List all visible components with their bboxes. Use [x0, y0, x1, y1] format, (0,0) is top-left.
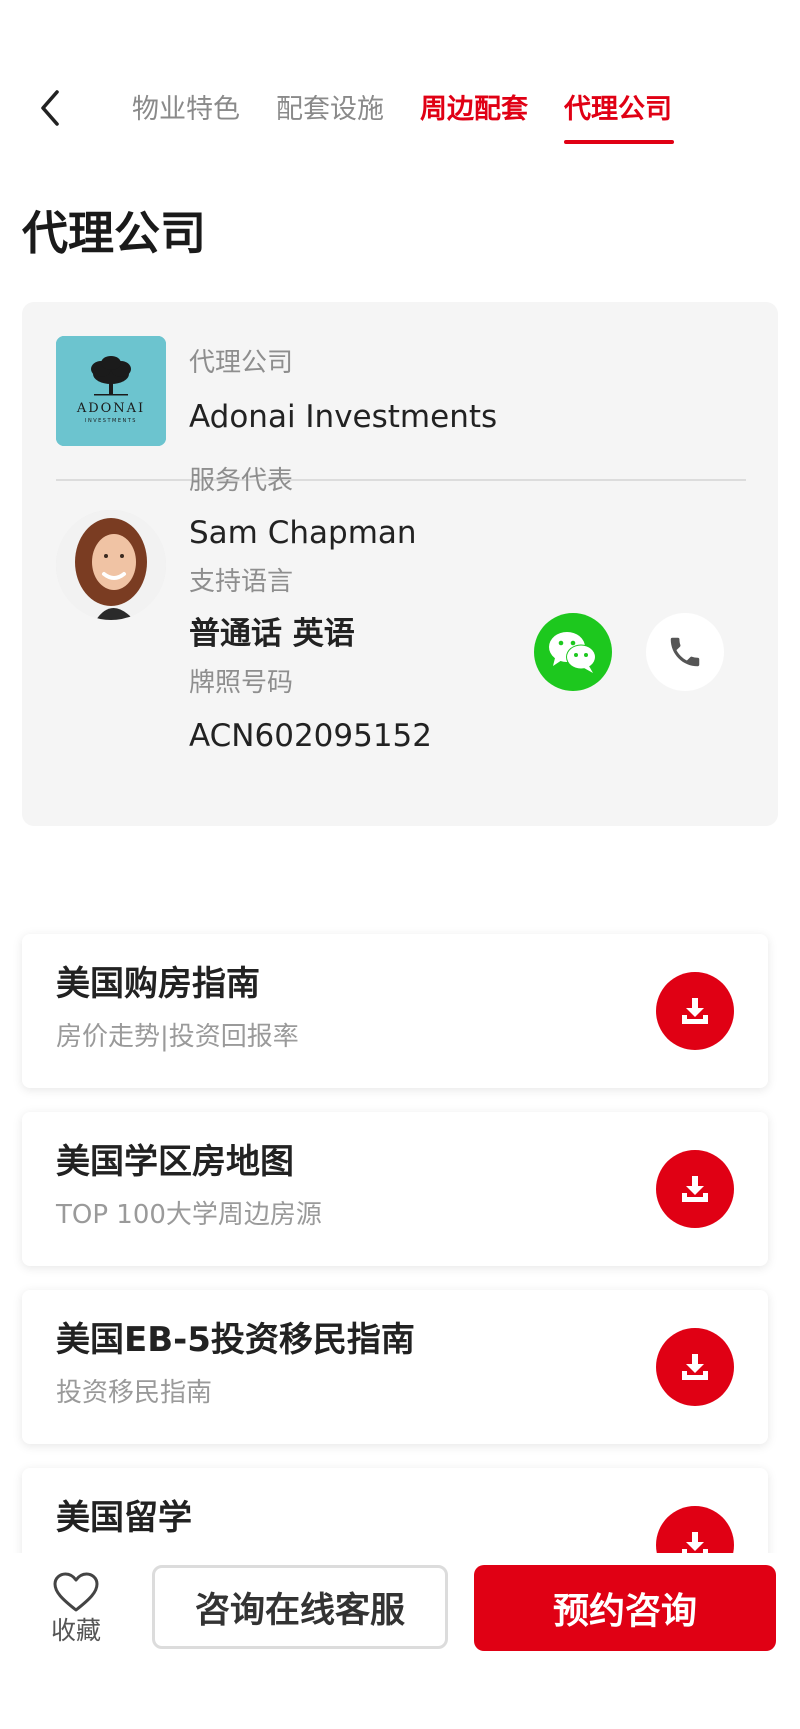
phone-button[interactable] [646, 613, 724, 691]
active-tab-indicator [564, 140, 674, 144]
rep-name: Sam Chapman [189, 515, 417, 551]
svg-text:INVESTMENTS: INVESTMENTS [85, 418, 137, 424]
section-title: 代理公司 [22, 206, 206, 260]
download-icon [682, 1176, 708, 1202]
download-button[interactable] [656, 972, 734, 1050]
guide-title: 美国购房指南 [56, 964, 260, 1004]
guide-card[interactable]: 美国购房指南 房价走势|投资回报率 [22, 934, 768, 1088]
agent-avatar [56, 510, 166, 620]
license-number: ACN602095152 [189, 718, 433, 754]
guide-title: 美国留学 [56, 1498, 192, 1538]
phone-icon [670, 637, 700, 667]
rep-label: 服务代表 [189, 466, 294, 496]
tab-agency[interactable]: 代理公司 [564, 90, 672, 130]
guide-subtitle: 投资移民指南 [56, 1378, 213, 1408]
guide-title: 美国EB-5投资移民指南 [56, 1320, 415, 1360]
company-label: 代理公司 [189, 348, 294, 378]
top-nav: 物业特色 配套设施 周边配套 代理公司 [0, 60, 800, 150]
tree-logo-icon: ADONAI INVESTMENTS [56, 336, 166, 446]
favorite-label: 收藏 [50, 1616, 101, 1645]
agency-card: ADONAI INVESTMENTS 代理公司 Adonai Investmen… [22, 302, 778, 826]
book-consultation-button[interactable]: 预约咨询 [474, 1565, 776, 1651]
language-label: 支持语言 [189, 567, 294, 597]
tab-property-features[interactable]: 物业特色 [132, 90, 240, 130]
chevron-left-icon [41, 90, 59, 126]
svg-text:ADONAI: ADONAI [76, 401, 145, 416]
guide-subtitle: 房价走势|投资回报率 [56, 1022, 299, 1052]
favorite-button[interactable]: 收藏 [40, 1571, 112, 1651]
heart-icon [53, 1572, 99, 1612]
wechat-button[interactable] [534, 613, 612, 691]
languages: 普通话 英语 [189, 616, 355, 652]
guide-title: 美国学区房地图 [56, 1142, 294, 1182]
guide-card[interactable]: 美国学区房地图 TOP 100大学周边房源 [22, 1112, 768, 1266]
tab-surroundings[interactable]: 周边配套 [420, 90, 528, 130]
wechat-icon [549, 632, 596, 673]
page: 物业特色 配套设施 周边配套 代理公司 代理公司 ADONAI INVESTME… [0, 0, 800, 1729]
company-logo: ADONAI INVESTMENTS [56, 336, 166, 446]
back-button[interactable] [30, 86, 70, 130]
company-name: Adonai Investments [189, 399, 498, 435]
tab-facilities[interactable]: 配套设施 [276, 90, 384, 130]
download-icon [682, 1354, 708, 1380]
person-avatar-icon [56, 510, 166, 620]
guide-card[interactable]: 美国EB-5投资移民指南 投资移民指南 [22, 1290, 768, 1444]
card-divider [56, 479, 746, 481]
bottom-action-bar: 收藏 咨询在线客服 预约咨询 [0, 1553, 800, 1729]
license-label: 牌照号码 [189, 668, 294, 698]
download-button[interactable] [656, 1328, 734, 1406]
consult-online-button[interactable]: 咨询在线客服 [152, 1565, 448, 1649]
download-icon [682, 998, 708, 1024]
guide-subtitle: TOP 100大学周边房源 [56, 1200, 322, 1230]
download-button[interactable] [656, 1150, 734, 1228]
